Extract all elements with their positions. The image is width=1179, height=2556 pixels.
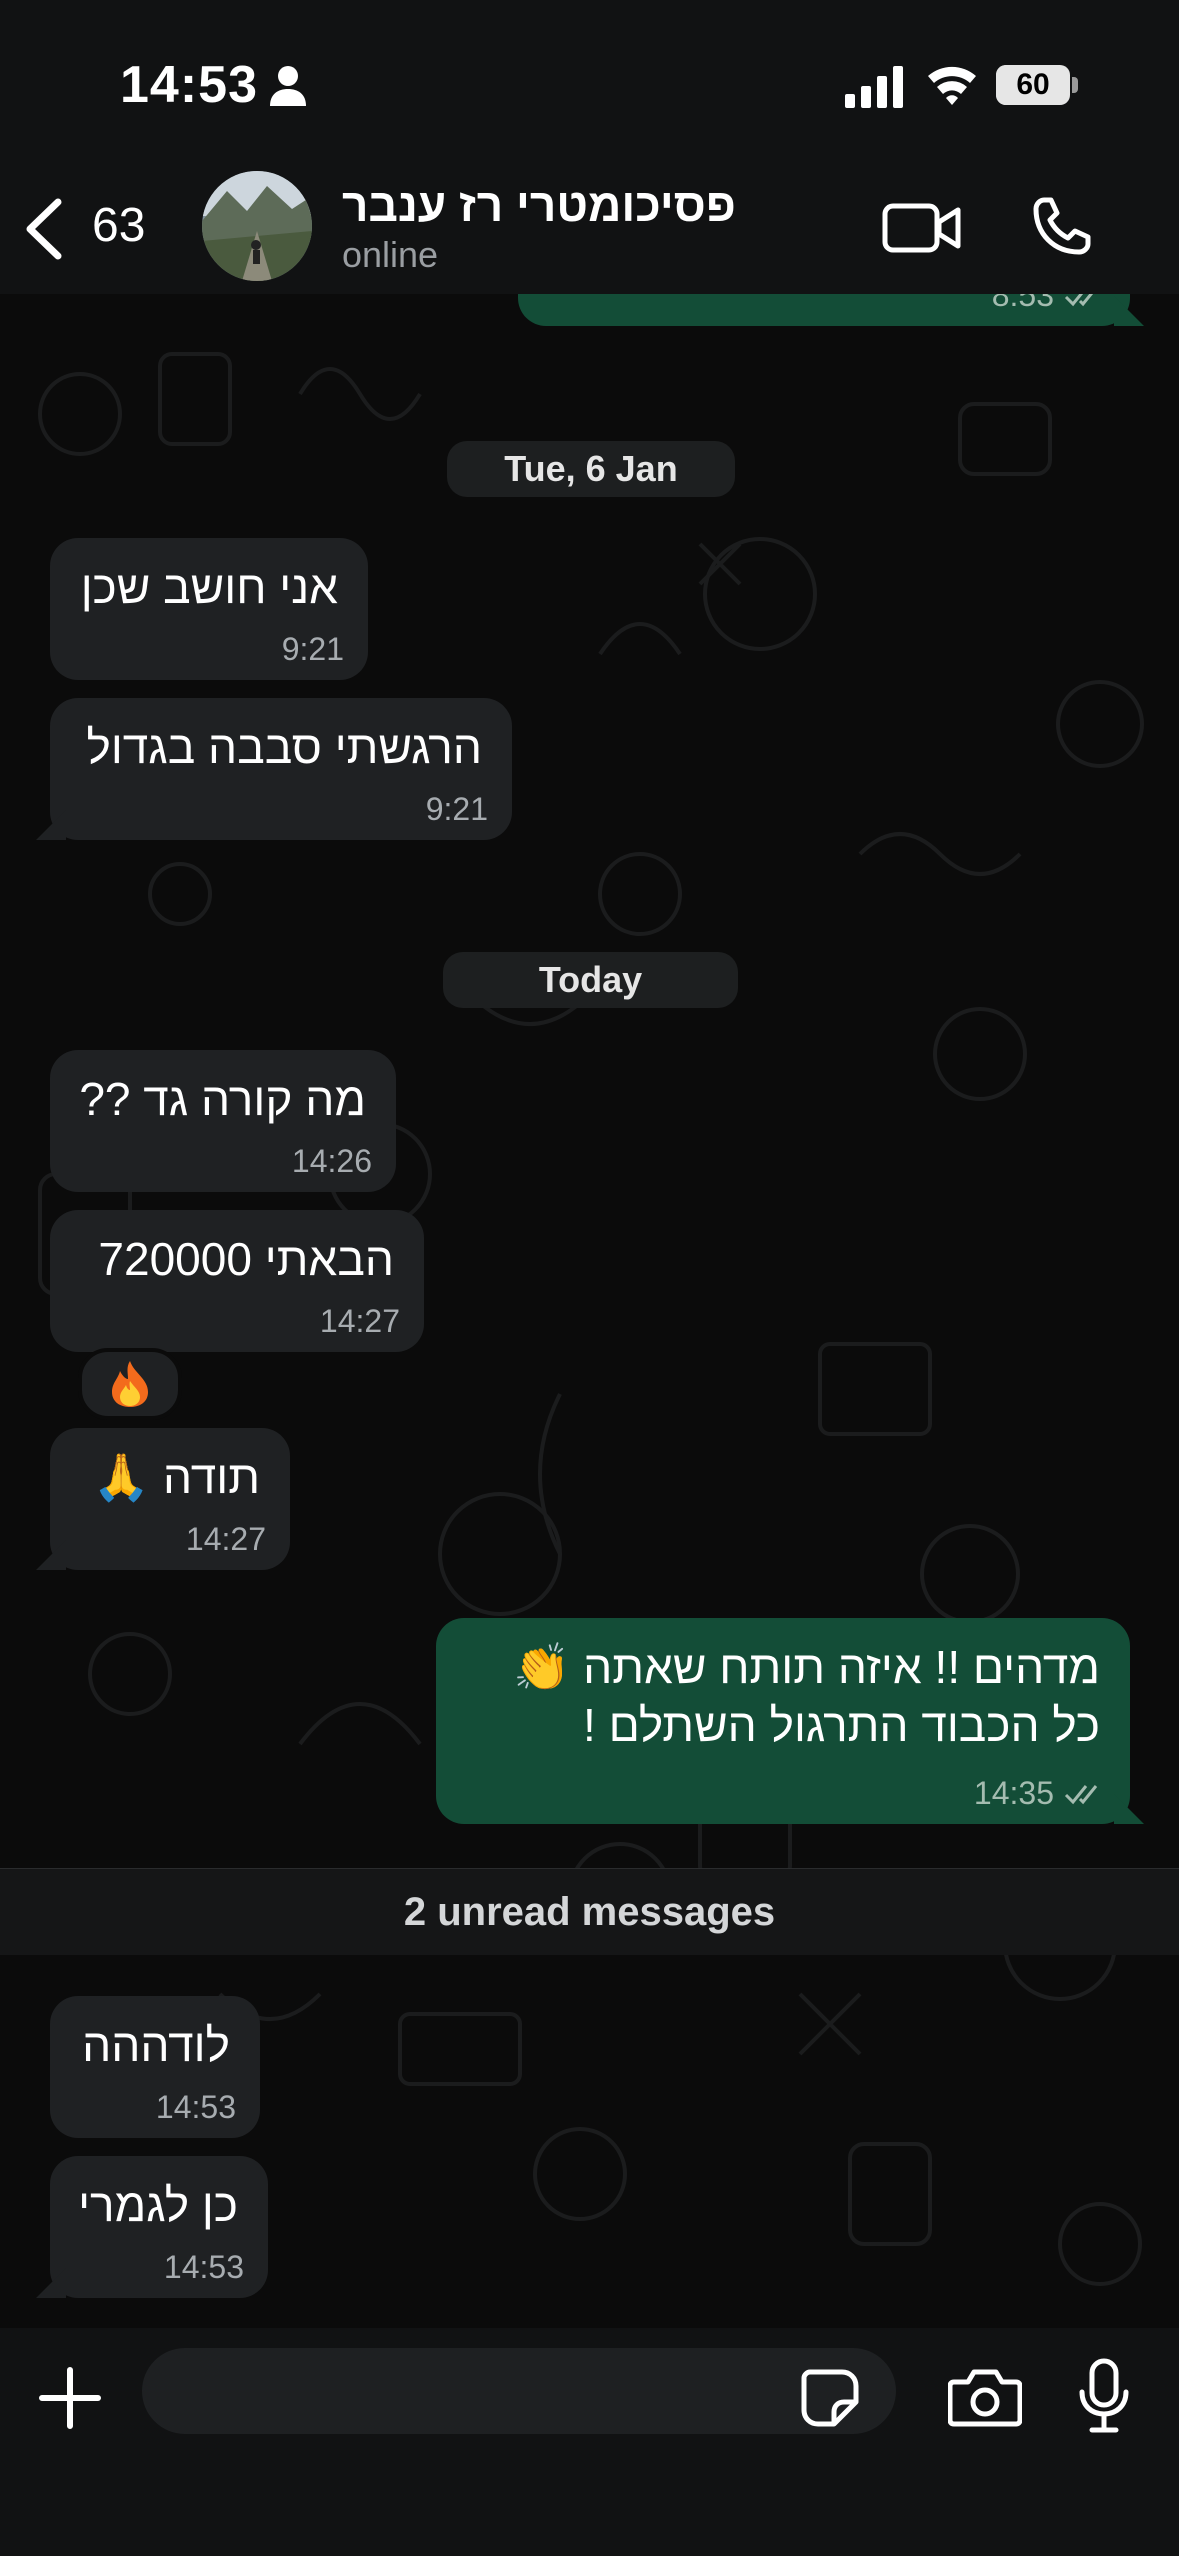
- bubble-tail: [36, 1540, 66, 1570]
- message-text: כן לגמרי: [78, 2179, 238, 2231]
- message-time: 14:53: [163, 2249, 244, 2285]
- message-bubble-incoming[interactable]: תודה 🙏 14:27: [36, 1428, 290, 1570]
- wifi-icon: [928, 66, 976, 105]
- message-text: אני חושב שכן: [80, 561, 338, 613]
- message-meta: 14:53: [164, 2249, 244, 2286]
- unread-messages-divider: 2 unread messages: [0, 1868, 1179, 1955]
- message-meta: 8:53: [992, 294, 1106, 314]
- chat-messages-area[interactable]: 8:53 Tue, 6 Jan אני חושב שכן 9:21 הרגשתי…: [0, 294, 1179, 2328]
- message-reaction[interactable]: [78, 1348, 182, 1420]
- bubble-tail: [36, 810, 66, 840]
- message-time: 14:27: [185, 1521, 266, 1557]
- message-bubble-incoming[interactable]: כן לגמרי 14:53: [36, 2156, 268, 2298]
- status-time: 14:53: [120, 56, 258, 114]
- bubble-tail: [1114, 1794, 1144, 1824]
- microphone-icon[interactable]: [1078, 2358, 1130, 2434]
- voice-call-icon[interactable]: [1030, 194, 1094, 258]
- message-bubble-incoming[interactable]: אני חושב שכן 9:21: [50, 538, 368, 680]
- back-chevron-icon[interactable]: [22, 198, 66, 260]
- message-input-bar: [0, 2328, 1179, 2556]
- message-text: מה קורה גד ??: [79, 1073, 366, 1125]
- message-bubble-incoming[interactable]: הבאתי 720000 14:27: [50, 1210, 424, 1352]
- message-meta: 14:26: [292, 1143, 372, 1180]
- battery-percentage: 60: [1016, 68, 1050, 101]
- message-time: 14:27: [319, 1303, 400, 1339]
- bubble-tail: [1114, 296, 1144, 326]
- message-meta: 14:27: [186, 1521, 266, 1558]
- message-input[interactable]: [142, 2348, 896, 2434]
- contact-name[interactable]: פסיכומטרי רז ענבר: [342, 178, 736, 232]
- message-meta: 9:21: [282, 631, 344, 668]
- message-bubble-incoming[interactable]: מה קורה גד ?? 14:26: [50, 1050, 396, 1192]
- battery-body: 60: [996, 65, 1070, 105]
- double-check-icon: [1064, 1784, 1098, 1804]
- message-time: 14:26: [291, 1143, 372, 1179]
- date-separator: Tue, 6 Jan: [447, 441, 735, 497]
- message-meta: 14:53: [156, 2089, 236, 2126]
- chat-header: 63 פסיכומטרי רז ענבר online: [0, 150, 1179, 294]
- message-bubble-outgoing[interactable]: מדהים !! איזה תותח שאתה 👏 כל הכבוד התרגו…: [436, 1618, 1144, 1824]
- message-time: 9:21: [425, 791, 488, 827]
- message-meta: 14:27: [320, 1303, 400, 1340]
- video-call-icon[interactable]: [882, 200, 962, 256]
- message-text: תודה 🙏: [92, 1451, 260, 1503]
- unread-chats-count[interactable]: 63: [92, 198, 145, 253]
- attach-plus-icon[interactable]: [38, 2366, 102, 2430]
- message-text: הרגשתי סבבה בגדול: [86, 721, 482, 773]
- message-meta: 14:35: [974, 1775, 1106, 1812]
- camera-icon[interactable]: [948, 2366, 1022, 2428]
- date-separator: Today: [443, 952, 738, 1008]
- message-time: 9:21: [281, 631, 344, 667]
- cellular-signal-icon: [845, 66, 903, 108]
- person-icon: [270, 66, 306, 106]
- message-bubble-outgoing[interactable]: 8:53: [518, 294, 1144, 326]
- message-time: 14:35: [973, 1775, 1054, 1811]
- message-time: 14:53: [155, 2089, 236, 2125]
- double-check-icon: [1064, 294, 1093, 306]
- contact-avatar[interactable]: [202, 171, 312, 281]
- contact-status: online: [342, 234, 439, 275]
- message-meta: 9:21: [426, 791, 488, 828]
- fire-emoji-icon: [112, 1361, 148, 1407]
- message-text: הבאתי 720000: [98, 1233, 394, 1285]
- message-text: לודההה: [82, 2019, 230, 2071]
- message-bubble-incoming[interactable]: לודההה 14:53: [50, 1996, 260, 2138]
- message-time: 8:53: [991, 294, 1054, 313]
- message-text-line-1: מדהים !! איזה תותח שאתה 👏: [513, 1641, 1100, 1693]
- sticker-icon[interactable]: [800, 2368, 860, 2428]
- status-bar: 14:53 60: [0, 0, 1179, 170]
- chat-screen: 14:53 60 63 פסיכומטרי רז ענבר online 8:5…: [0, 0, 1179, 2556]
- bubble-tail: [36, 2268, 66, 2298]
- battery-cap: [1072, 77, 1078, 93]
- battery-indicator: 60: [996, 65, 1080, 105]
- message-text-line-2: כל הכבוד התרגול השתלם !: [583, 1699, 1100, 1751]
- message-bubble-incoming[interactable]: הרגשתי סבבה בגדול 9:21: [36, 698, 512, 840]
